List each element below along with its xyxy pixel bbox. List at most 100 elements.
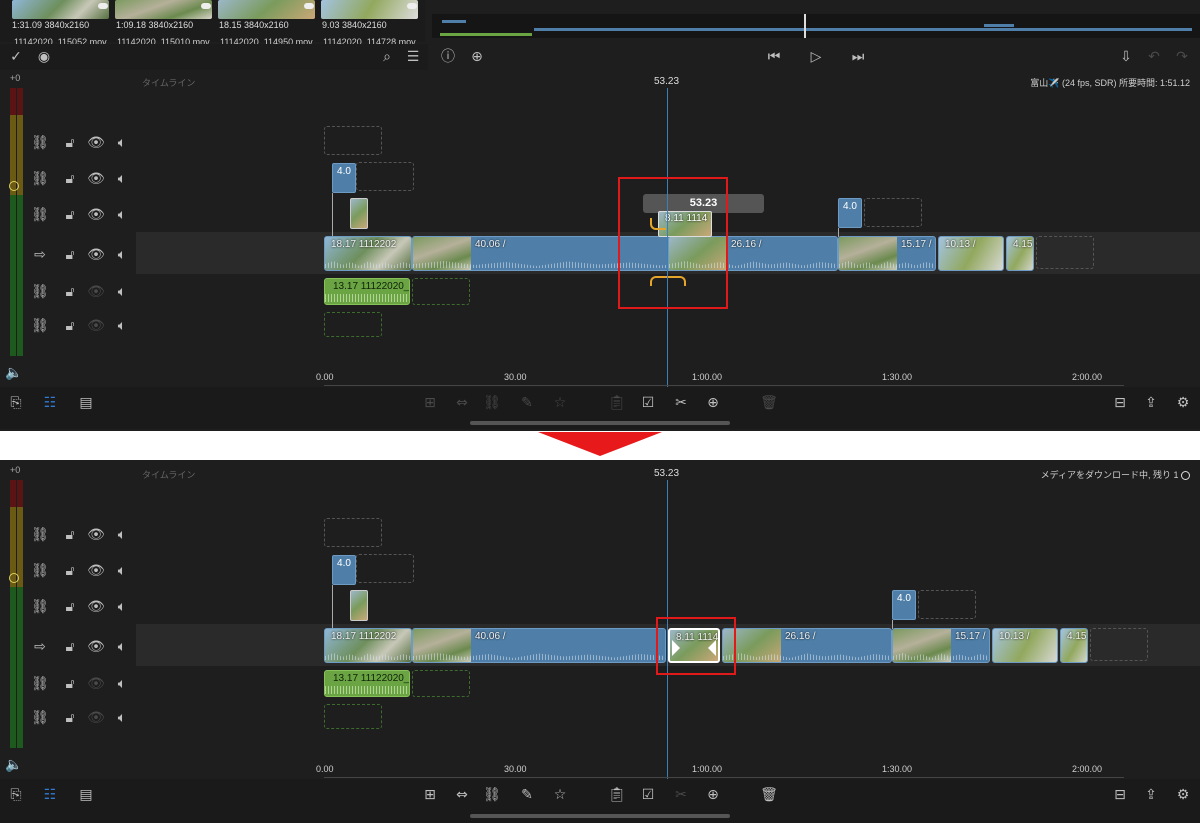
picture-clip[interactable] (350, 198, 368, 229)
empty-track-slot[interactable] (324, 126, 382, 155)
favorite-icon[interactable]: ☆ (550, 393, 570, 413)
empty-track-slot[interactable] (918, 590, 976, 619)
add-marker-icon[interactable]: ⊕ (467, 47, 487, 67)
video-clip[interactable]: 15.17 / (892, 628, 990, 663)
empty-track-slot[interactable] (324, 518, 382, 547)
share-icon[interactable]: ⇪ (1141, 393, 1161, 413)
empty-track-slot[interactable] (1090, 628, 1148, 661)
clipboard-icon[interactable]: 📋︎ (607, 785, 627, 805)
redo-icon[interactable]: ↷ (1172, 47, 1192, 67)
media-thumbnail[interactable] (12, 0, 109, 19)
lock-icon[interactable]: 🔓︎ (60, 674, 80, 694)
speaker-icon[interactable]: 🔈︎ (112, 282, 132, 302)
title-clip[interactable]: 4.0 (332, 555, 356, 585)
eye-icon[interactable]: 👁︎ (86, 525, 106, 545)
eye-icon[interactable]: 👁︎ (86, 169, 106, 189)
empty-track-slot[interactable] (356, 162, 414, 191)
lock-icon[interactable]: 🔓︎ (60, 597, 80, 617)
lock-icon[interactable]: 🔓︎ (60, 316, 80, 336)
record-circle-icon[interactable]: ◉ (34, 47, 54, 67)
transition-icon[interactable]: ⇔ (452, 785, 472, 805)
next-icon[interactable]: ⏭ (848, 47, 868, 67)
speaker-icon[interactable]: 🔈︎ (112, 561, 132, 581)
video-clip[interactable]: 40.06 / (412, 628, 666, 663)
video-clip[interactable]: 10.13 / (938, 236, 1004, 271)
link-icon[interactable]: ⛓ (30, 597, 50, 617)
import-icon[interactable]: ⎘ (6, 393, 26, 413)
link-icon[interactable]: ⛓ (30, 169, 50, 189)
empty-track-slot[interactable] (356, 554, 414, 583)
speaker-icon[interactable]: 🔈︎ (112, 316, 132, 336)
speaker-icon[interactable]: 🔈︎ (112, 169, 132, 189)
pencil-icon[interactable]: ✎ (517, 785, 537, 805)
video-clip[interactable]: 18.17 1112202 (324, 236, 412, 271)
empty-audio-slot[interactable] (412, 670, 470, 697)
link-icon[interactable]: ⛓ (30, 282, 50, 302)
pencil-icon[interactable]: ✎ (517, 393, 537, 413)
settings-icon[interactable]: ⚙ (1173, 393, 1193, 413)
eye-icon[interactable]: 👁︎ (86, 674, 106, 694)
scissors-icon[interactable]: ✂ (671, 393, 691, 413)
search-icon[interactable]: ⌕ (377, 47, 397, 67)
link-icon[interactable]: ⛓ (30, 561, 50, 581)
link-icon[interactable]: ⛓ (30, 525, 50, 545)
speaker-icon[interactable]: 🔈︎ (112, 245, 132, 265)
title-clip[interactable]: 4.0 (892, 590, 916, 620)
video-clip[interactable]: 26.16 / (722, 628, 892, 663)
audio-clip[interactable]: 13.17 11122020_1 (324, 670, 410, 697)
import-icon[interactable]: ⎘ (6, 785, 26, 805)
tracks-view-icon[interactable]: ▤ (76, 393, 96, 413)
video-clip[interactable]: 10.13 / (992, 628, 1058, 663)
favorite-icon[interactable]: ☆ (550, 785, 570, 805)
empty-audio-slot[interactable] (324, 312, 382, 337)
eye-icon[interactable]: 👁︎ (86, 637, 106, 657)
lock-icon[interactable]: 🔓︎ (60, 525, 80, 545)
select-icon[interactable]: ☑ (638, 785, 658, 805)
audio-clip[interactable]: 13.17 11122020_1 (324, 278, 410, 305)
play-icon[interactable]: ▷ (806, 47, 826, 67)
add-icon[interactable]: ⊕ (703, 393, 723, 413)
media-thumbnail[interactable] (218, 0, 315, 19)
lock-icon[interactable]: 🔓︎ (60, 282, 80, 302)
scroll-indicator[interactable] (470, 814, 730, 818)
picture-clip[interactable] (350, 590, 368, 621)
empty-audio-slot[interactable] (324, 704, 382, 729)
speaker-icon[interactable]: 🔈︎ (112, 525, 132, 545)
speaker-icon[interactable]: 🔈︎ (112, 205, 132, 225)
lock-icon[interactable]: 🔓︎ (60, 561, 80, 581)
timeline-view-icon[interactable]: ☷ (40, 785, 60, 805)
empty-audio-slot[interactable] (412, 278, 470, 305)
link-icon[interactable]: ⛓ (30, 316, 50, 336)
link-icon[interactable]: ⛓ (30, 133, 50, 153)
tracks-view-icon[interactable]: ▤ (76, 785, 96, 805)
main-track-arrow-icon[interactable]: ⇨ (30, 637, 50, 657)
list-view-icon[interactable]: ☰ (403, 47, 423, 67)
link-clip-icon[interactable]: ⛓ (482, 393, 502, 413)
clipboard-icon[interactable]: 📋︎ (607, 393, 627, 413)
link-icon[interactable]: ⛓ (30, 708, 50, 728)
lock-icon[interactable]: 🔓︎ (60, 245, 80, 265)
eye-icon[interactable]: 👁︎ (86, 205, 106, 225)
layout-icon[interactable]: ⊟ (1110, 785, 1130, 805)
link-icon[interactable]: ⛓ (30, 205, 50, 225)
eye-icon[interactable]: 👁︎ (86, 316, 106, 336)
eye-icon[interactable]: 👁︎ (86, 561, 106, 581)
eye-icon[interactable]: 👁︎ (86, 708, 106, 728)
speaker-icon[interactable]: 🔈︎ (112, 708, 132, 728)
scroll-indicator[interactable] (470, 421, 730, 425)
info-icon[interactable]: ⓘ (438, 47, 458, 67)
media-thumbnail[interactable] (115, 0, 212, 19)
timeline-overview[interactable] (432, 14, 1200, 38)
speaker-icon[interactable]: 🔈︎ (112, 133, 132, 153)
speaker-icon[interactable]: 🔈︎ (112, 674, 132, 694)
video-clip[interactable]: 4.15 (1006, 236, 1034, 271)
main-track-arrow-icon[interactable]: ⇨ (30, 245, 50, 265)
share-icon[interactable]: ⇪ (1141, 785, 1161, 805)
timeline-view-icon[interactable]: ☷ (40, 393, 60, 413)
lock-icon[interactable]: 🔓︎ (60, 205, 80, 225)
voiceover-icon[interactable]: ⇩ (1116, 47, 1136, 67)
transition-icon[interactable]: ⇔ (452, 393, 472, 413)
previous-icon[interactable]: ⏮ (764, 47, 784, 67)
speaker-icon[interactable]: 🔈︎ (112, 637, 132, 657)
add-title-icon[interactable]: ⊞ (420, 393, 440, 413)
